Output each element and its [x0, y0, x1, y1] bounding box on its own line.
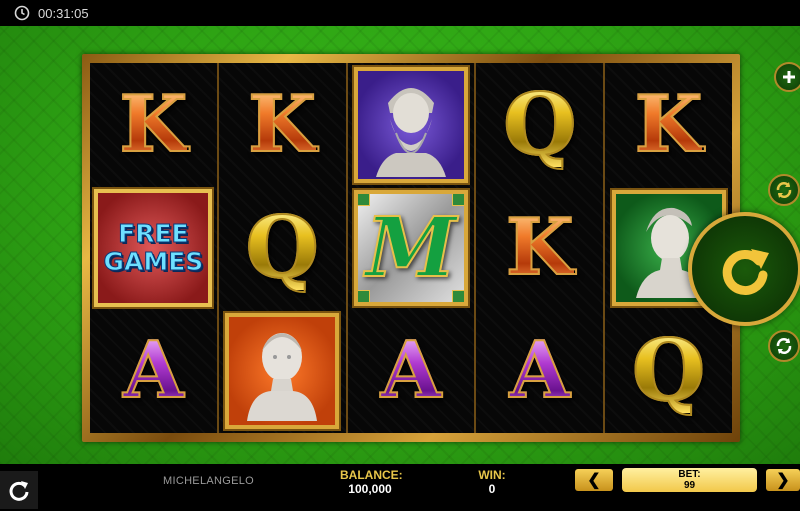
symbol-letter: A [122, 324, 185, 416]
symbol-q: Q [605, 309, 732, 432]
symbol-k: K [476, 186, 603, 309]
woman-bust-icon [247, 332, 318, 421]
reel-3: M A [347, 63, 477, 433]
bet-display: BET: 99 [622, 468, 757, 492]
free-games-tile: FREE GAMES [92, 186, 215, 309]
bet-value: 99 [683, 480, 696, 491]
free-games-label: FREE GAMES [103, 218, 204, 276]
symbol-letter: K [505, 201, 575, 293]
symbol-letter: Q [502, 74, 577, 174]
reload-icon [9, 481, 29, 501]
symbol-letter: Q [631, 320, 706, 420]
plus-icon [783, 71, 795, 83]
bottom-bar: MICHELANGELO BALANCE: 100,000 WIN: 0 ❮ B… [0, 464, 800, 511]
symbol-letter: K [634, 78, 704, 170]
m-wild-tile: M [351, 187, 470, 308]
symbol-a: A [476, 309, 603, 432]
game-title: MICHELANGELO [163, 475, 255, 487]
zeus-bust-tile [351, 64, 470, 185]
symbol-a: A [348, 309, 475, 432]
balance-value: 100,000 [348, 482, 392, 496]
autoplay-button[interactable] [768, 174, 800, 206]
m-wild-letter: M [365, 199, 458, 297]
refresh-button[interactable] [768, 330, 800, 362]
win-label: WIN: [478, 468, 506, 482]
session-time: 00:31:05 [38, 5, 89, 21]
spin-arrow-icon [722, 249, 769, 295]
symbol-letter: Q [245, 197, 320, 297]
status-bar: 00:31:05 [0, 0, 800, 26]
symbol-letter: K [119, 78, 189, 170]
win-value: 0 [488, 482, 496, 496]
symbol-woman-bust [219, 309, 346, 432]
win-display: WIN: 0 [472, 468, 512, 496]
reel-2: K Q [218, 63, 348, 433]
reel-4: Q K A [476, 63, 606, 433]
bet-increase-button[interactable]: ❯ [766, 469, 800, 491]
symbol-letter: A [380, 324, 443, 416]
symbol-q: Q [476, 63, 603, 186]
balance-display: BALANCE: 100,000 [340, 468, 403, 496]
symbol-letter: K [247, 78, 317, 170]
zeus-bust-icon [375, 87, 446, 177]
symbol-zeus-bust [348, 63, 475, 186]
bet-plus-button[interactable] [774, 62, 800, 92]
bet-decrease-button[interactable]: ❮ [575, 469, 613, 491]
symbol-m: M [348, 186, 475, 309]
symbol-free-games: FREE GAMES [90, 186, 217, 309]
symbol-k: K [90, 63, 217, 186]
woman-bust-tile [223, 310, 342, 431]
symbol-letter: A [509, 324, 572, 416]
bet-label: BET: [678, 469, 701, 480]
symbol-a: A [90, 309, 217, 432]
reel-1: K FREE GAMES A [90, 63, 219, 433]
symbol-k: K [605, 63, 732, 186]
clock-icon [14, 5, 30, 21]
autoplay-icon [776, 182, 792, 198]
reel-grid: K FREE GAMES A K Q M A Q K A K Q [90, 63, 732, 433]
refresh-icon [776, 338, 792, 354]
balance-label: BALANCE: [340, 468, 403, 482]
symbol-k: K [219, 63, 346, 186]
symbol-q: Q [219, 186, 346, 309]
reload-button[interactable] [0, 471, 38, 509]
spin-button[interactable] [688, 212, 800, 326]
